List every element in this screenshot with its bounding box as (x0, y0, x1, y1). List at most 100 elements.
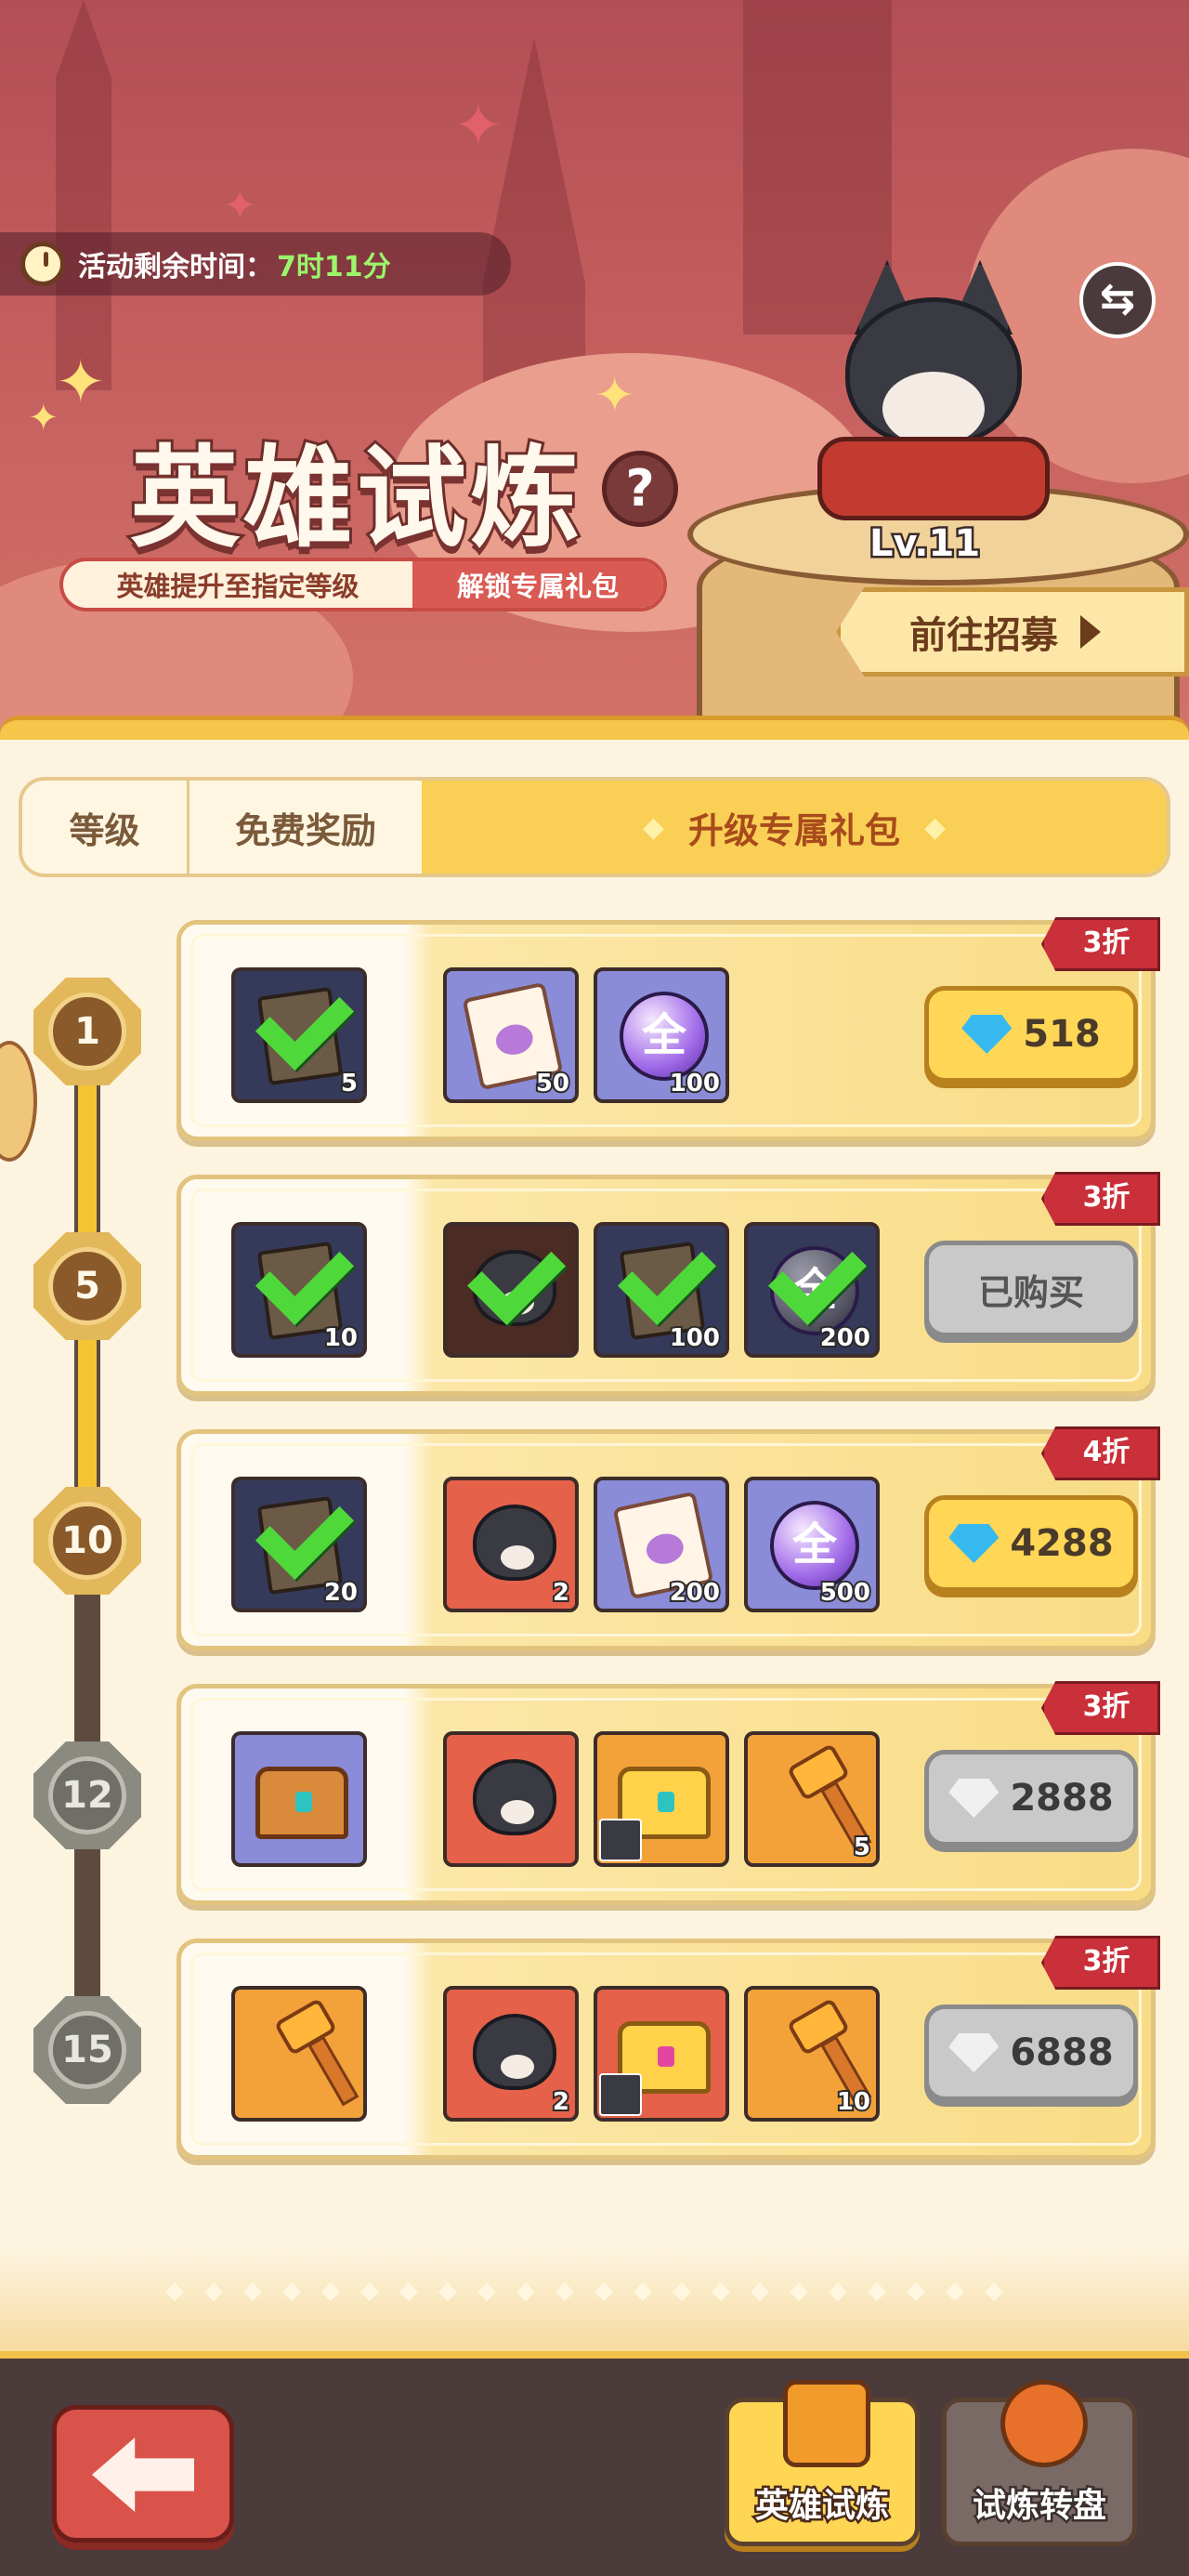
husky-hero-icon (473, 1759, 556, 1835)
free-reward-slot[interactable]: 5 (231, 967, 367, 1103)
item-count: 100 (668, 1068, 722, 1099)
item-count: 5 (339, 1068, 359, 1099)
free-reward-slot[interactable]: 20 (231, 1477, 367, 1612)
bottom-bar: 英雄试炼 试炼转盘 (0, 2351, 1189, 2576)
nav-label: 试炼转盘 (970, 2485, 1108, 2528)
discount-badge: 3折 (1041, 1172, 1160, 1226)
diamond-pattern: ◆◆◆◆◆◆◆◆◆◆◆◆◆◆◆◆◆◆◆◆◆◆ (165, 2277, 1024, 2305)
subtitle-banner: 英雄提升至指定等级 解锁专属礼包 (59, 558, 667, 611)
locked-buy-button[interactable]: 6888 (924, 2004, 1138, 2101)
help-button[interactable]: ? (602, 451, 678, 527)
gift-row: 5 3折 2888 (176, 1681, 1160, 1905)
gift-row: 2 10 3折 6888 (176, 1936, 1160, 2160)
gift-item[interactable]: 100 (594, 1222, 729, 1358)
timer-label: 活动剩余时间： (78, 251, 273, 283)
hero-face (882, 372, 985, 446)
gift-item[interactable] (443, 1222, 579, 1358)
price-value: 518 (1023, 1013, 1101, 1056)
level-node-locked: 15 (33, 1996, 141, 2104)
husky-hero-icon (473, 1505, 556, 1581)
item-count: 200 (668, 1577, 722, 1609)
gift-row: 5 50 全 100 3折 518 (176, 917, 1160, 1141)
diamond-icon (948, 1524, 1000, 1563)
level-number: 10 (48, 1502, 126, 1580)
all-orb-icon: 全 (620, 992, 709, 1081)
free-reward-slot[interactable] (231, 1731, 367, 1867)
treasure-chest-icon (783, 2380, 870, 2467)
gift-item[interactable]: 50 (443, 967, 579, 1103)
golden-hammer-icon (273, 1997, 338, 2057)
discount-badge: 3折 (1041, 1936, 1160, 1990)
play-arrow-icon (1080, 615, 1101, 649)
item-count: 2 (551, 2086, 571, 2118)
level-node-locked: 12 (33, 1741, 141, 1849)
diamond-icon (948, 1779, 1000, 1818)
gift-item[interactable]: 全 100 (594, 967, 729, 1103)
buy-button[interactable]: 4288 (924, 1495, 1138, 1592)
tab-upgrade-gift[interactable]: ◆ 升级专属礼包 ◆ (422, 781, 1167, 874)
free-reward-slot[interactable] (231, 1986, 367, 2122)
gift-row: 10 100 全 200 3折 已购买 (176, 1172, 1160, 1396)
tab-label: 免费奖励 (234, 809, 376, 851)
gift-item[interactable] (443, 1731, 579, 1867)
swap-hero-button[interactable]: ⇆ (1079, 262, 1156, 338)
recruit-button[interactable]: 前往招募 (836, 587, 1189, 677)
diamond-icon (948, 2033, 1000, 2072)
discount-badge: 4折 (1041, 1426, 1160, 1480)
castle-spire-left (56, 0, 111, 390)
subtitle-left: 英雄提升至指定等级 (116, 571, 359, 602)
sparkle-icon: ✦ (453, 92, 503, 161)
clock-icon (20, 242, 65, 286)
golden-hammer-icon (786, 1997, 851, 2057)
gift-row: 20 2 200 全 500 4折 4288 (176, 1426, 1160, 1650)
gift-item[interactable] (594, 1986, 729, 2122)
back-arrow-icon (92, 2438, 194, 2512)
item-count: 2 (551, 1577, 571, 1609)
hero-character (808, 260, 1059, 539)
treasure-chest-icon (255, 1767, 348, 1839)
price-value: 4288 (1010, 1522, 1114, 1565)
tab-free-rewards[interactable]: 免费奖励 (189, 781, 422, 874)
husky-hero-icon (473, 2014, 556, 2090)
item-count: 200 (818, 1322, 872, 1354)
tab-label: 升级专属礼包 (687, 809, 900, 851)
gift-item[interactable]: 全 200 (744, 1222, 880, 1358)
diamond-ornament-icon: ◆ (642, 810, 664, 844)
gift-item[interactable]: 2 (443, 1986, 579, 2122)
sparkle-icon: ✦ (223, 182, 257, 230)
gift-item[interactable]: 5 (744, 1731, 880, 1867)
all-orb-icon: 全 (770, 1501, 859, 1590)
level-node: 1 (33, 978, 141, 1085)
price-value: 2888 (1010, 1777, 1114, 1820)
discount-badge: 3折 (1041, 917, 1160, 971)
gift-item[interactable]: 10 (744, 1986, 880, 2122)
gift-item[interactable] (594, 1731, 729, 1867)
locked-buy-button[interactable]: 2888 (924, 1750, 1138, 1847)
item-count: 50 (534, 1068, 571, 1099)
gift-item[interactable]: 2 (443, 1477, 579, 1612)
level-number: 12 (48, 1756, 126, 1834)
panel-bottom-decoration: ◆◆◆◆◆◆◆◆◆◆◆◆◆◆◆◆◆◆◆◆◆◆ (0, 2249, 1189, 2360)
event-header: ✦ ✦ ✦ ✦ ✦ 活动剩余时间： 7时11分 英雄试炼 ? 英雄提升至指定等级… (0, 0, 1189, 734)
gift-item[interactable]: 全 500 (744, 1477, 880, 1612)
purchased-label: 已购买 (977, 1271, 1084, 1313)
gift-item[interactable]: 200 (594, 1477, 729, 1612)
hero-body (817, 437, 1050, 520)
buy-button[interactable]: 518 (924, 986, 1138, 1083)
nav-hero-trial[interactable]: 英雄试炼 (725, 2380, 920, 2546)
tab-level[interactable]: 等级 (22, 781, 189, 874)
subtitle-right: 解锁专属礼包 (412, 561, 663, 608)
item-count: 500 (818, 1577, 872, 1609)
page-title: 英雄试炼 (127, 431, 584, 565)
husky-mini-icon (599, 1819, 642, 1861)
item-count: 10 (322, 1322, 359, 1354)
free-reward-slot[interactable]: 10 (231, 1222, 367, 1358)
level-number: 1 (48, 992, 126, 1071)
sparkle-icon: ✦ (594, 368, 635, 424)
back-button[interactable] (52, 2405, 234, 2543)
purchased-button: 已购买 (924, 1241, 1138, 1337)
husky-mini-icon (599, 2073, 642, 2116)
nav-trial-wheel[interactable]: 试炼转盘 (942, 2380, 1137, 2546)
item-count: 20 (322, 1577, 359, 1609)
golden-hammer-icon (786, 1742, 851, 1802)
